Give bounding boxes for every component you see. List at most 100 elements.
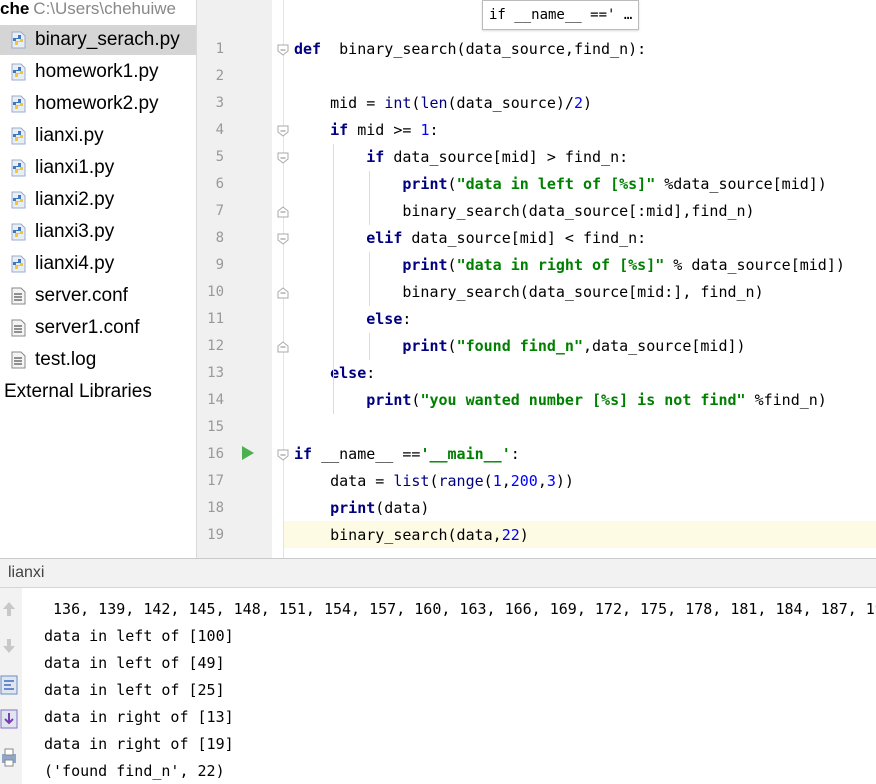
line-number: 12 bbox=[207, 338, 224, 354]
run-panel-header: lianxi bbox=[0, 558, 876, 588]
code-line: if data_source[mid] > find_n: bbox=[366, 148, 629, 166]
line-number: 2 bbox=[215, 68, 224, 84]
line-number: 14 bbox=[207, 392, 224, 408]
line-number: 7 bbox=[215, 203, 224, 219]
line-number: 11 bbox=[207, 311, 224, 327]
python-file-icon bbox=[11, 159, 26, 177]
code-editor[interactable]: 1 2 3 4 5 6 7 8 9 10 11 12 13 14 15 16 17 18 19 def binary… bbox=[197, 0, 876, 558]
line-number: 17 bbox=[207, 473, 224, 489]
code-line: elif data_source[mid] < find_n: bbox=[366, 229, 647, 247]
console-line: data in right of [13] bbox=[44, 708, 234, 726]
fold-collapse-icon[interactable] bbox=[277, 44, 289, 56]
python-file-icon bbox=[11, 95, 26, 113]
file-item[interactable]: test.log bbox=[0, 345, 196, 375]
run-config-name: lianxi bbox=[8, 564, 45, 581]
code-line: else: bbox=[366, 310, 412, 328]
python-file-icon bbox=[11, 191, 26, 209]
project-sidebar: che C:\Users\chehuiwe binary_serach.pyhom… bbox=[0, 0, 197, 558]
print-icon[interactable] bbox=[0, 746, 18, 768]
line-number-gutter: 1 2 3 4 5 6 7 8 9 10 11 12 13 14 15 16 17 18 19 bbox=[197, 0, 272, 558]
console-line: 136, 139, 142, 145, 148, 151, 154, 157, … bbox=[44, 600, 876, 618]
file-item[interactable]: binary_serach.py bbox=[0, 25, 196, 55]
line-number: 8 bbox=[215, 230, 224, 246]
fold-collapse-icon[interactable] bbox=[277, 449, 289, 461]
python-file-icon bbox=[11, 223, 26, 241]
python-file-icon bbox=[11, 127, 26, 145]
file-item[interactable]: server1.conf bbox=[0, 313, 196, 343]
indent-guide bbox=[369, 333, 370, 360]
indent-guide bbox=[369, 171, 370, 225]
line-number: 13 bbox=[207, 365, 224, 381]
file-item[interactable]: lianxi.py bbox=[0, 121, 196, 151]
indent-guide bbox=[333, 144, 334, 387]
python-file-icon bbox=[11, 255, 26, 273]
project-header[interactable]: che C:\Users\chehuiwe bbox=[0, 0, 196, 22]
code-line: else: bbox=[330, 364, 376, 382]
console-line: data in right of [19] bbox=[44, 735, 234, 753]
project-name: che bbox=[0, 0, 30, 18]
file-label: homework2.py bbox=[35, 93, 159, 114]
text-file-icon bbox=[11, 319, 26, 337]
fold-collapse-icon[interactable] bbox=[277, 233, 289, 245]
scroll-up-icon[interactable] bbox=[0, 598, 18, 620]
line-number: 18 bbox=[207, 500, 224, 516]
console-line: data in left of [25] bbox=[44, 681, 225, 699]
code-line: def binary_search(data_source,find_n): bbox=[294, 40, 647, 58]
line-number: 19 bbox=[207, 527, 224, 543]
console-output[interactable]: 136, 139, 142, 145, 148, 151, 154, 157, … bbox=[22, 588, 876, 784]
line-number: 4 bbox=[215, 122, 224, 138]
file-label: server1.conf bbox=[35, 317, 140, 338]
file-item[interactable]: lianxi1.py bbox=[0, 153, 196, 183]
console-line: data in left of [49] bbox=[44, 654, 225, 672]
code-line: mid = int(len(data_source)/2) bbox=[294, 94, 593, 112]
file-label: lianxi.py bbox=[35, 125, 104, 146]
file-item[interactable]: lianxi2.py bbox=[0, 185, 196, 215]
console-line: data in left of [100] bbox=[44, 627, 234, 645]
scroll-to-end-icon[interactable] bbox=[0, 708, 18, 730]
code-line: if __name__ =='__main__': bbox=[294, 445, 520, 463]
fold-end-icon[interactable] bbox=[277, 287, 289, 299]
file-item[interactable]: homework2.py bbox=[0, 89, 196, 119]
file-label: lianxi4.py bbox=[35, 253, 115, 274]
line-number: 10 bbox=[207, 284, 224, 300]
file-item[interactable]: homework1.py bbox=[0, 57, 196, 87]
code-line: binary_search(data_source[mid:], find_n) bbox=[294, 283, 764, 301]
code-line: print("found find_n",data_source[mid]) bbox=[402, 337, 746, 355]
file-label: test.log bbox=[35, 349, 97, 370]
file-label: homework1.py bbox=[35, 61, 159, 82]
project-path: C:\Users\chehuiwe bbox=[33, 0, 176, 18]
text-file-icon bbox=[11, 287, 26, 305]
line-number: 5 bbox=[215, 149, 224, 165]
code-line: data = list(range(1,200,3)) bbox=[294, 472, 574, 490]
file-item[interactable]: lianxi4.py bbox=[0, 249, 196, 279]
line-number: 9 bbox=[215, 257, 224, 273]
code-line: print("data in left of [%s]" %data_sourc… bbox=[402, 175, 827, 193]
code-line: if mid >= 1: bbox=[330, 121, 439, 139]
indent-guide bbox=[369, 252, 370, 306]
text-file-icon bbox=[11, 351, 26, 369]
fold-end-icon[interactable] bbox=[277, 206, 289, 218]
indent-guide bbox=[333, 387, 334, 414]
gutter-separator bbox=[283, 0, 284, 558]
soft-wrap-icon[interactable] bbox=[0, 674, 18, 696]
code-line: print("you wanted number [%s] is not fin… bbox=[366, 391, 827, 409]
fold-collapse-icon[interactable] bbox=[277, 152, 289, 164]
fold-end-icon[interactable] bbox=[277, 341, 289, 353]
code-line: binary_search(data_source[:mid],find_n) bbox=[294, 202, 755, 220]
external-libraries-label: External Libraries bbox=[4, 381, 152, 402]
code-line: print(data) bbox=[330, 499, 430, 517]
console-line: ('found find_n', 22) bbox=[44, 762, 225, 780]
file-item[interactable]: server.conf bbox=[0, 281, 196, 311]
breadcrumb-tooltip: if __name__ ==' … bbox=[482, 0, 640, 30]
file-label: server.conf bbox=[35, 285, 128, 306]
fold-collapse-icon[interactable] bbox=[277, 125, 289, 137]
run-icon[interactable] bbox=[241, 445, 255, 461]
code-line: print("data in right of [%s]" % data_sou… bbox=[402, 256, 845, 274]
file-item[interactable]: lianxi3.py bbox=[0, 217, 196, 247]
scroll-down-icon[interactable] bbox=[0, 635, 18, 657]
file-label: lianxi2.py bbox=[35, 189, 115, 210]
line-number: 1 bbox=[215, 41, 224, 57]
file-label: lianxi1.py bbox=[35, 157, 115, 178]
file-label: lianxi3.py bbox=[35, 221, 115, 242]
external-libraries-node[interactable]: External Libraries bbox=[0, 377, 152, 407]
